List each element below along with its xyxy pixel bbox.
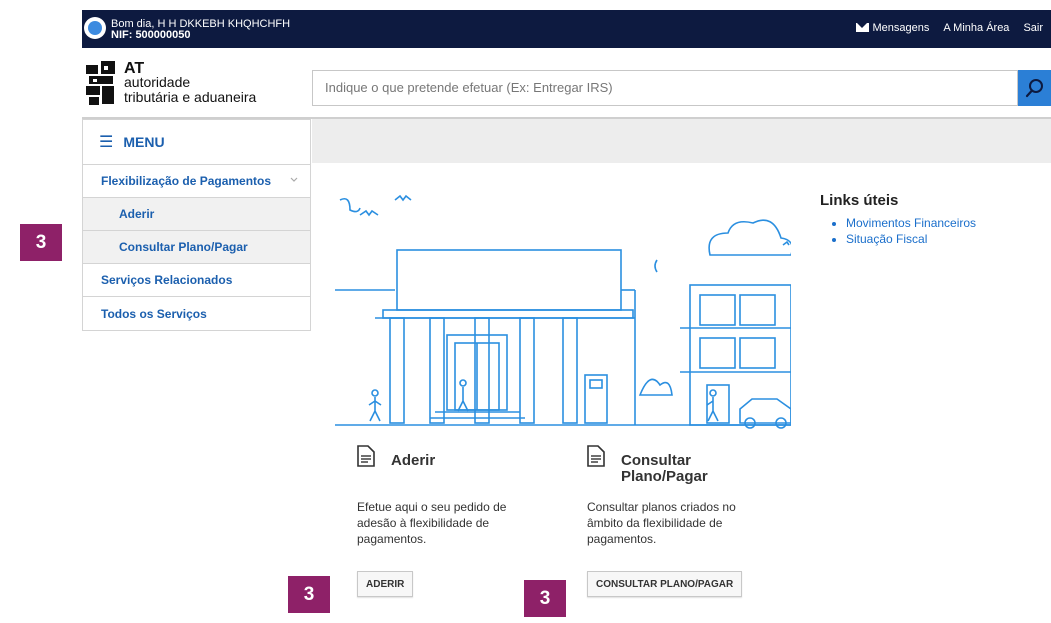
menu-item-aderir[interactable]: Aderir <box>83 198 310 231</box>
step-badge: 3 <box>524 580 566 617</box>
card-title: Consultar Plano/Pagar <box>621 452 708 485</box>
messages-link[interactable]: Mensagens <box>855 22 930 34</box>
menu-item-label: Aderir <box>119 207 155 221</box>
card-title: Aderir <box>391 452 436 469</box>
nif-text: NIF: 500000050 <box>111 29 191 41</box>
envelope-icon <box>855 23 869 32</box>
logo-line-3: tributária e aduaneira <box>124 89 257 105</box>
menu-title: MENU <box>123 134 165 150</box>
card-aderir: Aderir Efetue aqui o seu pedido de adesã… <box>357 445 557 597</box>
useful-links-title: Links úteis <box>820 192 899 209</box>
useful-links-list: Movimentos Financeiros Situação Fiscal <box>820 215 976 247</box>
document-icon <box>587 445 605 467</box>
my-area-link[interactable]: A Minha Área <box>943 22 1009 34</box>
document-icon <box>357 445 375 467</box>
step-badge: 3 <box>20 224 62 261</box>
menu-item-label: Todos os Serviços <box>101 306 207 321</box>
link-movimentos-financeiros[interactable]: Movimentos Financeiros <box>846 215 976 231</box>
chevron-down-icon <box>290 177 298 182</box>
hamburger-icon: ☰ <box>99 134 114 151</box>
content-top-bar <box>312 119 1051 163</box>
useful-links: Links úteis Movimentos Financeiros Situa… <box>820 192 976 247</box>
side-menu: ☰ MENU Flexibilização de Pagamentos Ader… <box>82 119 311 331</box>
search-icon <box>1025 79 1043 98</box>
search-input[interactable] <box>313 71 1017 103</box>
menu-toggle[interactable]: ☰ MENU <box>83 120 310 165</box>
user-avatar-icon <box>84 17 106 39</box>
logout-link[interactable]: Sair <box>1023 22 1043 34</box>
messages-label: Mensagens <box>872 22 930 34</box>
at-logo[interactable]: AT autoridade tributária e aduaneira <box>86 59 286 109</box>
search-box <box>312 70 1018 106</box>
top-bar: Bom dia, H H DKKEBH KHQHCHFH NIF: 500000… <box>82 10 1051 48</box>
search-button[interactable] <box>1018 70 1051 106</box>
menu-item-servicos-relacionados[interactable]: Serviços Relacionados <box>83 264 310 297</box>
card-description: Consultar planos criados no âmbito da fl… <box>587 500 736 546</box>
menu-item-label: Consultar Plano/Pagar <box>119 240 248 254</box>
card-consultar-plano: Consultar Plano/Pagar Consultar planos c… <box>587 445 787 597</box>
menu-item-label: Flexibilização de Pagamentos <box>101 174 272 188</box>
consultar-plano-button[interactable]: CONSULTAR PLANO/PAGAR <box>587 571 743 597</box>
aderir-button[interactable]: ADERIR <box>357 571 414 597</box>
building-illustration <box>335 194 791 429</box>
at-logo-mark-icon <box>86 61 115 105</box>
step-badge: 3 <box>288 576 330 613</box>
menu-item-flexibilizacao[interactable]: Flexibilização de Pagamentos <box>83 165 310 198</box>
menu-item-label: Serviços Relacionados <box>101 273 233 287</box>
menu-item-todos-servicos[interactable]: Todos os Serviços <box>83 297 310 330</box>
logo-line-2: autoridade <box>124 74 191 90</box>
card-description: Efetue aqui o seu pedido de adesão à fle… <box>357 500 507 546</box>
menu-item-consultar-plano[interactable]: Consultar Plano/Pagar <box>83 231 310 264</box>
top-nav: Mensagens A Minha Área Sair <box>855 22 1043 34</box>
link-situacao-fiscal[interactable]: Situação Fiscal <box>846 231 976 247</box>
